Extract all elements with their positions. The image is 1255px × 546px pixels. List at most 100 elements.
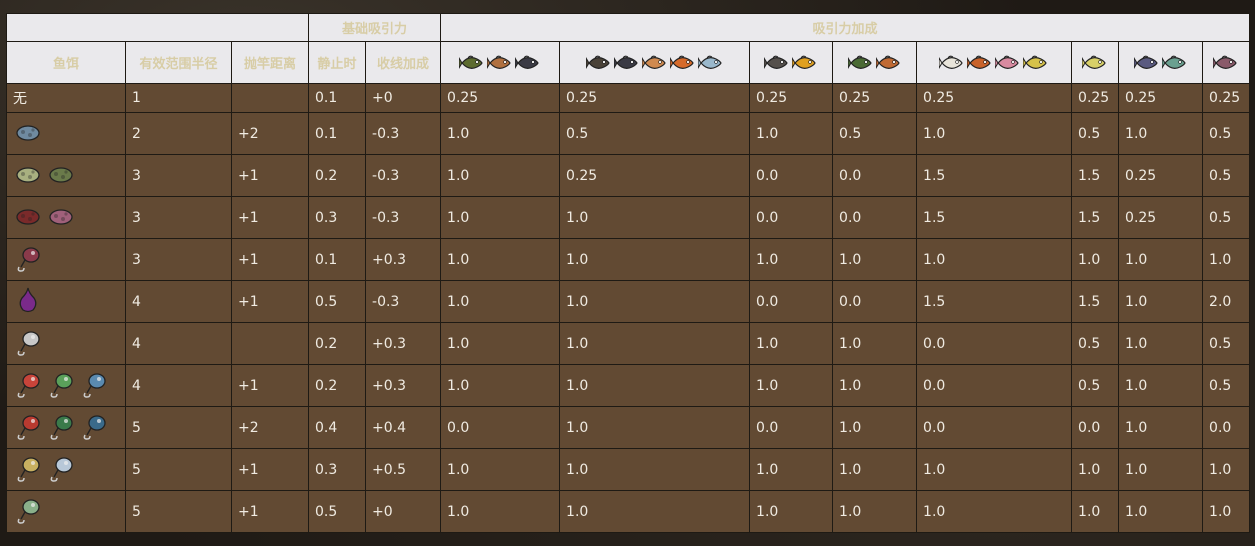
berry-cluster-icon (49, 208, 73, 225)
orange-fish-icon (641, 55, 666, 69)
reel-bonus-cell: -0.3 (365, 112, 442, 155)
bonus-cell-7: 0.25 (1118, 196, 1204, 239)
col-reel-bonus: 收线加成 (365, 41, 442, 84)
bonus-cell-4: 0.5 (832, 112, 918, 155)
bonus-cell-4: 1.0 (832, 322, 918, 365)
bonus-cell-2: 1.0 (559, 490, 751, 533)
bonus-cell-4: 0.0 (832, 154, 918, 197)
cast-distance-cell: +1 (230, 448, 310, 491)
range-cell: 3 (125, 154, 232, 197)
bonus-cell-6: 0.0 (1071, 406, 1120, 449)
fish-group-3 (749, 41, 834, 84)
fish-group-4-icons (834, 43, 916, 83)
table-row: 4 +1 0.2 +0.3 1.0 1.0 1.0 1.0 0.0 0.5 1.0 0.5 (6, 364, 1251, 407)
bonus-cell-5: 1.5 (916, 280, 1073, 323)
bonus-cell-5: 0.0 (916, 406, 1073, 449)
blue-ball-lure-icon (83, 414, 106, 440)
orange-fish-icon (967, 55, 991, 69)
col-range: 有效范围半径 (125, 41, 232, 84)
table-row: 4 +1 0.5 -0.3 1.0 1.0 0.0 0.0 1.5 1.5 1.0 2.0 (6, 280, 1251, 323)
bonus-cell-6: 1.0 (1071, 490, 1120, 533)
dark-fish-icon (515, 55, 539, 69)
bait-cell (6, 364, 126, 407)
table-row: 5 +1 0.3 +0.5 1.0 1.0 1.0 1.0 1.0 1.0 1.0 1.0 (6, 448, 1251, 491)
blue-fish-icon (1133, 55, 1158, 69)
static-cell: 0.5 (308, 280, 367, 323)
static-cell: 0.4 (308, 406, 367, 449)
bonus-cell-3: 0.25 (749, 83, 834, 113)
cast-distance-cell: +1 (230, 364, 310, 407)
cast-distance-cell: +1 (230, 196, 310, 239)
fish-group-1-icons (442, 43, 559, 83)
table-row: 4 0.2 +0.3 1.0 1.0 1.0 1.0 0.0 0.5 1.0 0.5 (6, 322, 1251, 365)
fish-group-4 (832, 41, 918, 84)
purple-fish-icon (1213, 55, 1237, 69)
header-base-attraction: 基础吸引力 (308, 13, 442, 42)
bait-attraction-table: 基础吸引力 吸引力加成 鱼饵 有效范围半径 抛竿距离 静止时 收线加成 无 1 0.… (5, 13, 1251, 533)
bonus-cell-5: 0.0 (916, 322, 1073, 365)
range-cell: 2 (125, 112, 232, 155)
bonus-cell-7: 1.0 (1118, 280, 1204, 323)
sun-fish-icon (792, 55, 816, 69)
static-cell: 0.2 (308, 154, 367, 197)
reel-bonus-cell: -0.3 (365, 196, 442, 239)
reel-bonus-cell: -0.3 (365, 154, 442, 197)
bonus-cell-6: 0.25 (1071, 83, 1120, 113)
fish-group-5-icons (918, 43, 1071, 83)
orange-fish-icon (487, 55, 511, 69)
bonus-cell-7: 1.0 (1118, 112, 1204, 155)
col-cast-distance: 抛竿距离 (230, 41, 310, 84)
reel-bonus-cell: +0.3 (365, 322, 442, 365)
bonus-cell-8: 0.5 (1202, 322, 1251, 365)
bonus-cell-1: 1.0 (440, 238, 561, 281)
range-cell: 3 (125, 238, 232, 281)
bonus-cell-5: 0.0 (916, 364, 1073, 407)
fish-group-6 (1071, 41, 1120, 84)
seeds-pile-icon (49, 166, 73, 183)
static-cell: 0.1 (308, 112, 367, 155)
green-ball-lure-icon (50, 414, 73, 440)
cast-distance-cell: +1 (230, 238, 310, 281)
bonus-cell-8: 0.25 (1202, 83, 1251, 113)
blue-fish-icon (697, 55, 722, 69)
orange-fish-icon (669, 55, 694, 69)
fish-group-2-icons (561, 43, 749, 83)
bonus-cell-5: 1.0 (916, 448, 1073, 491)
bonus-cell-8: 0.0 (1202, 406, 1251, 449)
spoon-lure-icon (17, 330, 40, 356)
static-cell: 0.5 (308, 490, 367, 533)
bonus-cell-6: 1.0 (1071, 448, 1120, 491)
fish-group-8-icons (1204, 43, 1249, 83)
bonus-cell-4: 0.0 (832, 280, 918, 323)
bonus-cell-7: 1.0 (1118, 406, 1204, 449)
spiky-fish-icon (585, 55, 610, 69)
table-row: 2 +2 0.1 -0.3 1.0 0.5 1.0 0.5 1.0 0.5 1.0 0.5 (6, 112, 1251, 155)
blue-spinner-lure-icon (83, 372, 106, 398)
bonus-cell-2: 0.25 (559, 154, 751, 197)
bonus-cell-1: 1.0 (440, 196, 561, 239)
bonus-cell-2: 1.0 (559, 238, 751, 281)
yellow-fish-icon (1082, 55, 1106, 69)
bonus-cell-6: 0.5 (1071, 112, 1120, 155)
bonus-cell-7: 1.0 (1118, 322, 1204, 365)
bonus-cell-3: 0.0 (749, 280, 834, 323)
star-lure-icon (50, 456, 73, 482)
reel-bonus-cell: +0.5 (365, 448, 442, 491)
fish-group-7-icons (1120, 43, 1202, 83)
white-fish-icon (939, 55, 963, 69)
bonus-cell-6: 1.0 (1071, 238, 1120, 281)
bait-cell (6, 238, 126, 281)
bait-cell (6, 280, 126, 323)
range-cell: 5 (125, 490, 232, 533)
bonus-cell-5: 1.5 (916, 196, 1073, 239)
bonus-cell-8: 0.5 (1202, 112, 1251, 155)
table-row: 3 +1 0.2 -0.3 1.0 0.25 0.0 0.0 1.5 1.5 0.25 0.5 (6, 154, 1251, 197)
range-cell: 4 (125, 322, 232, 365)
range-cell: 5 (125, 406, 232, 449)
bonus-cell-1: 1.0 (440, 280, 561, 323)
bonus-cell-1: 1.0 (440, 322, 561, 365)
header-attraction-bonus: 吸引力加成 (440, 13, 1251, 42)
bait-cell (6, 196, 126, 239)
bonus-cell-6: 0.5 (1071, 364, 1120, 407)
bonus-cell-8: 1.0 (1202, 448, 1251, 491)
